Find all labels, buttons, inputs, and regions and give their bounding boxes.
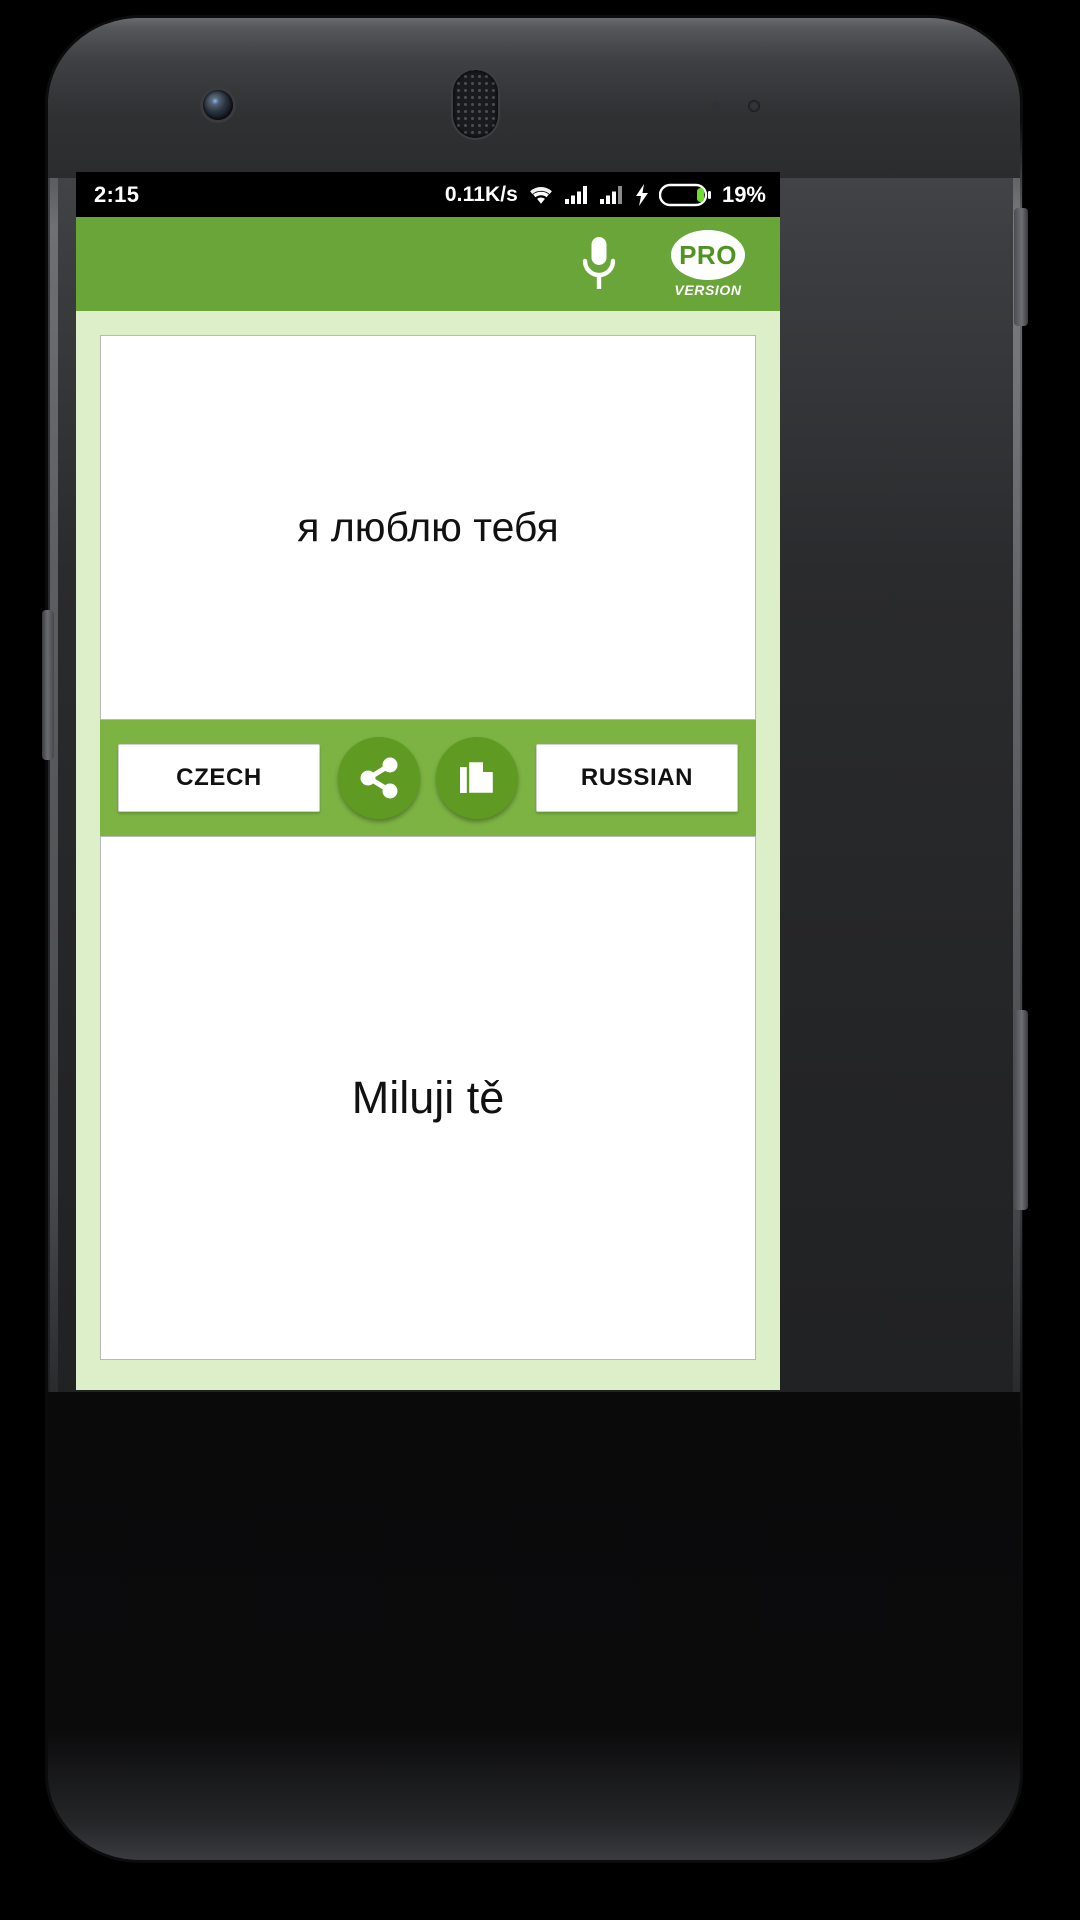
- copy-button[interactable]: [436, 737, 518, 819]
- battery-icon: [658, 183, 711, 207]
- signal-icon: [564, 184, 590, 205]
- target-text-card[interactable]: Miluji tě: [100, 836, 756, 1360]
- left-side-button[interactable]: [42, 610, 54, 760]
- target-text: Miluji tě: [351, 1071, 505, 1123]
- volume-button[interactable]: [1014, 1010, 1028, 1210]
- share-button[interactable]: [338, 737, 420, 819]
- light-sensor-icon: [748, 100, 760, 112]
- network-speed-text: 0.11K/s: [444, 182, 518, 206]
- copy-icon: [455, 756, 499, 800]
- battery-percent-text: 19%: [721, 181, 766, 207]
- microphone-icon[interactable]: [578, 235, 620, 293]
- pro-badge-subtitle: VERSION: [674, 282, 742, 298]
- status-clock: 2:15: [94, 181, 140, 207]
- app-bar: PRO VERSION: [76, 217, 780, 311]
- wifi-icon: [527, 184, 555, 205]
- screenshot-stage: 2:15 0.11K/s 19% PRO VERSION я люблю теб…: [0, 0, 1080, 1920]
- phone-top-bezel: [48, 18, 1020, 178]
- front-camera-icon: [203, 90, 233, 120]
- pro-version-badge[interactable]: PRO VERSION: [666, 230, 750, 298]
- proximity-sensor-icon: [711, 102, 720, 111]
- share-icon: [357, 756, 401, 800]
- status-right-group: 0.11K/s 19%: [445, 182, 766, 208]
- translator-page: я люблю тебя CZECH RUSSIAN Miluji tě: [76, 311, 780, 1390]
- signal-icon: [599, 184, 625, 205]
- target-language-button[interactable]: CZECH: [118, 744, 320, 812]
- pro-badge-oval: PRO: [671, 230, 745, 280]
- source-language-button[interactable]: RUSSIAN: [536, 744, 738, 812]
- action-icons-group: [338, 737, 518, 819]
- source-text-card[interactable]: я люблю тебя: [100, 335, 756, 720]
- pro-badge-title: PRO: [679, 240, 737, 270]
- charging-bolt-icon: [634, 183, 650, 206]
- earpiece-speaker-icon: [453, 70, 498, 138]
- phone-screen: 2:15 0.11K/s 19% PRO VERSION я люблю теб…: [76, 172, 780, 1390]
- action-bar: CZECH RUSSIAN: [100, 720, 756, 836]
- status-bar: 2:15 0.11K/s 19%: [76, 172, 780, 217]
- power-button[interactable]: [1014, 208, 1028, 326]
- phone-bottom-bezel: [48, 1392, 1020, 1860]
- source-text: я люблю тебя: [297, 503, 559, 550]
- phone-left-edge: [50, 120, 58, 1450]
